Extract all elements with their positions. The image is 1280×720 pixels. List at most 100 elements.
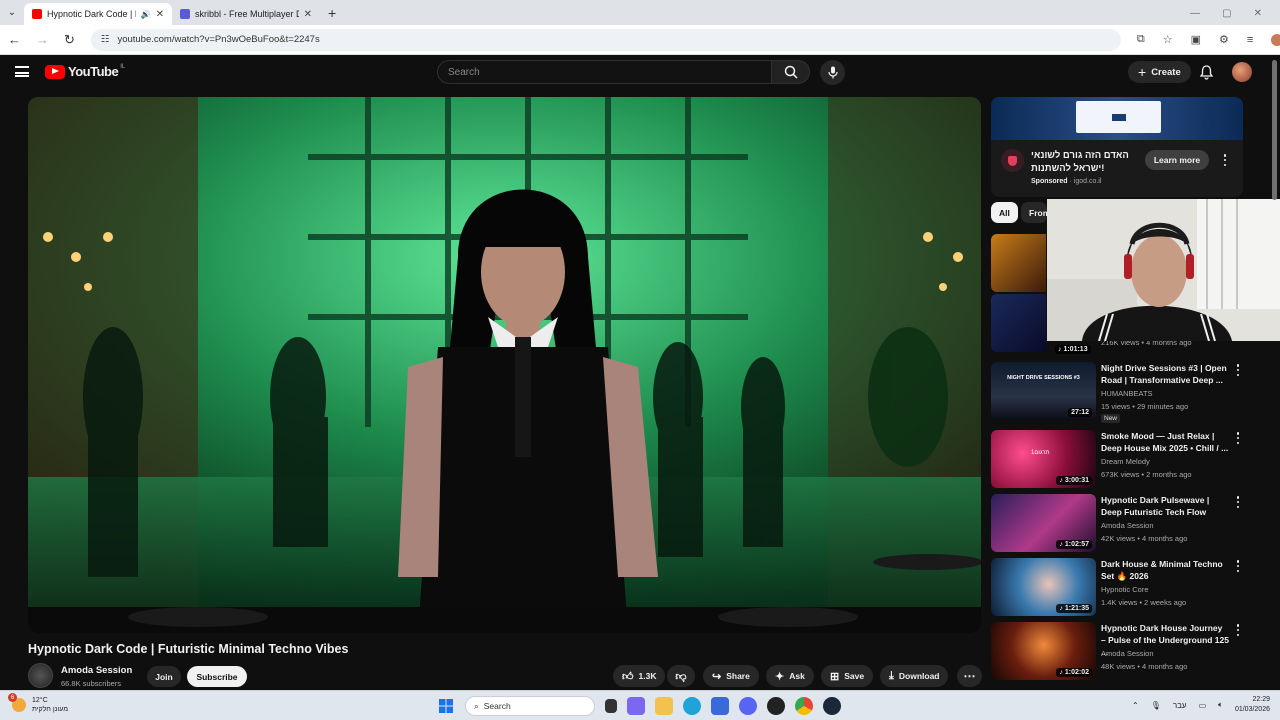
channel-name[interactable]: Amoda Session [61, 665, 132, 676]
download-button[interactable]: ⤓ Download [880, 665, 949, 687]
weather-widget[interactable]: 6 12°C מעונן חלקית [8, 693, 68, 714]
more-actions-button[interactable]: ⋯ [957, 665, 982, 687]
rec-menu-icon[interactable] [1235, 364, 1241, 376]
rec-thumbnail[interactable]: תרגום1 ♪ 3:00:31 [991, 430, 1096, 488]
rec-thumbnail[interactable]: ♪ 1:21:35 [991, 558, 1096, 616]
cast-icon[interactable]: ⧉ [1137, 33, 1145, 46]
rec-channel[interactable]: Dream Melody [1101, 457, 1150, 466]
video-frame [28, 97, 981, 633]
mic-tray-icon[interactable]: 🎙︎ [1151, 701, 1161, 710]
clock[interactable]: 22:29 01/03/2026 [1235, 695, 1270, 715]
media-control-icon[interactable]: ≡ [1247, 34, 1253, 46]
rec-title[interactable]: Smoke Mood — Just Relax | Deep House Mix… [1101, 430, 1229, 454]
sparkle-icon: ✦ [775, 670, 785, 683]
bookmark-star-icon[interactable]: ☆ [1163, 33, 1173, 46]
chip-all[interactable]: All [991, 202, 1018, 223]
join-button[interactable]: Join [147, 666, 181, 687]
chrome-icon[interactable] [795, 697, 813, 715]
profile-icon[interactable] [1271, 33, 1280, 46]
rec-thumbnail[interactable]: ♪ 1:02:02 [991, 622, 1096, 680]
file-explorer-icon[interactable] [655, 697, 673, 715]
site-info-icon[interactable]: ☷ [101, 34, 110, 45]
close-tab-icon[interactable]: ✕ [156, 9, 164, 20]
rec-item[interactable]: ♪ 1:02:02 Hypnotic Dark House Journey – … [991, 622, 1261, 680]
tab-search-icon[interactable]: ⌄ [0, 0, 24, 25]
rec-title[interactable]: Night Drive Sessions #3 | Open Road | Tr… [1101, 362, 1229, 386]
learn-more-button[interactable]: Learn more [1145, 150, 1209, 170]
puzzle-icon[interactable]: ⚙ [1219, 33, 1229, 46]
youtube-favicon-icon [32, 9, 42, 19]
rec-title[interactable]: Dark House & Minimal Techno Set 🔥 2026 [1101, 558, 1229, 582]
dislike-button[interactable]: 👎︎ [667, 665, 695, 687]
rec-channel[interactable]: Hypnotic Core [1101, 585, 1149, 594]
search-input[interactable]: Search [437, 60, 772, 84]
taskbar-search[interactable]: ⌕ Search [465, 696, 595, 716]
rec-channel[interactable]: Amoda Session [1101, 521, 1154, 530]
account-avatar[interactable] [1232, 62, 1252, 82]
ask-button[interactable]: ✦ Ask [766, 665, 814, 687]
volume-icon[interactable]: 🔈︎ [1218, 700, 1223, 710]
sponsored-ad-card[interactable] [991, 97, 1243, 197]
teams-icon[interactable] [627, 697, 645, 715]
app-icon[interactable] [767, 697, 785, 715]
rec-menu-icon[interactable] [1235, 560, 1241, 572]
new-badge: New [1101, 414, 1121, 423]
search-button[interactable] [772, 60, 810, 84]
close-window-icon[interactable]: ✕ [1254, 8, 1262, 19]
download-icon: ⤓ [889, 669, 894, 682]
forward-icon[interactable]: → [36, 32, 49, 47]
speaker-icon[interactable]: 🔊 [141, 10, 151, 19]
back-icon[interactable]: ← [8, 32, 21, 47]
page-scrollbar[interactable] [1272, 60, 1277, 200]
language-indicator[interactable]: עבר [1173, 701, 1187, 710]
rec-item[interactable]: ♪ 1:21:35 Dark House & Minimal Techno Se… [991, 558, 1261, 616]
ad-banner-image[interactable] [991, 97, 1243, 140]
rec-menu-icon[interactable] [1235, 496, 1241, 508]
rec-thumbnail[interactable]: ♪ 1:02:57 [991, 494, 1096, 552]
duration-badge: ♪ 1:21:35 [1056, 604, 1092, 613]
rec-menu-icon[interactable] [1235, 624, 1241, 636]
address-bar[interactable]: ☷ youtube.com/watch?v=Pn3wOeBuFoo&t=2247… [90, 28, 1121, 51]
steam-icon[interactable] [823, 697, 841, 715]
notifications-button[interactable] [1198, 64, 1214, 80]
edge-icon[interactable] [683, 697, 701, 715]
chip-from[interactable]: From [1021, 202, 1047, 223]
share-icon: ↪ [712, 670, 722, 683]
new-tab-button[interactable]: + [320, 5, 344, 25]
share-button[interactable]: ↪ Share [703, 665, 759, 687]
store-icon[interactable] [711, 697, 729, 715]
rec-meta: 15 views • 29 minutes ago [1101, 402, 1189, 411]
rec-item[interactable]: ♪ 1:02:57 Hypnotic Dark Pulsewave | Deep… [991, 494, 1261, 552]
subscribe-button[interactable]: Subscribe [187, 666, 247, 687]
like-button[interactable]: 👍︎ 1.3K [613, 665, 665, 687]
rec-thumbnail[interactable]: NIGHT DRIVE SESSIONS #3 27:12 [991, 362, 1096, 420]
hamburger-menu-icon[interactable] [15, 66, 29, 77]
rec-menu-icon[interactable] [1235, 432, 1241, 444]
extension-icon[interactable]: ▣ [1191, 33, 1201, 46]
task-view-icon[interactable] [605, 699, 617, 713]
youtube-logo[interactable]: YouTube IL [45, 64, 125, 79]
minimize-icon[interactable]: — [1190, 8, 1200, 19]
discord-icon[interactable] [739, 697, 757, 715]
chevron-up-icon[interactable]: ⌃ [1132, 701, 1139, 710]
rec-thumbnail-partial-2[interactable] [991, 294, 1046, 352]
create-button[interactable]: + Create [1128, 61, 1191, 83]
rec-channel[interactable]: HUMANBEATS [1101, 389, 1153, 398]
reload-icon[interactable]: ↻ [64, 32, 75, 48]
close-tab-icon[interactable]: ✕ [304, 9, 312, 20]
maximize-icon[interactable]: ▢ [1222, 8, 1231, 19]
video-player[interactable] [28, 97, 981, 633]
rec-item[interactable]: NIGHT DRIVE SESSIONS #3 27:12 Night Driv… [991, 362, 1261, 423]
save-button[interactable]: ⊞ Save [821, 665, 874, 687]
windows-start-icon[interactable] [437, 697, 455, 715]
browser-tab-skribbl[interactable]: skribbl - Free Multiplayer Drawi ✕ [172, 3, 320, 25]
rec-thumbnail-partial[interactable] [991, 234, 1046, 292]
network-icon[interactable]: ▭ [1199, 701, 1207, 710]
rec-channel[interactable]: Amoda Session [1101, 649, 1154, 658]
browser-tab-youtube[interactable]: Hypnotic Dark Code | Futuri 🔊 ✕ [24, 3, 172, 25]
voice-search-button[interactable] [820, 60, 845, 85]
ad-menu-icon[interactable] [1222, 154, 1228, 166]
rec-item[interactable]: תרגום1 ♪ 3:00:31 Smoke Mood — Just Relax… [991, 430, 1261, 488]
rec-title[interactable]: Hypnotic Dark Pulsewave | Deep Futuristi… [1101, 494, 1229, 518]
channel-avatar[interactable] [28, 663, 53, 688]
